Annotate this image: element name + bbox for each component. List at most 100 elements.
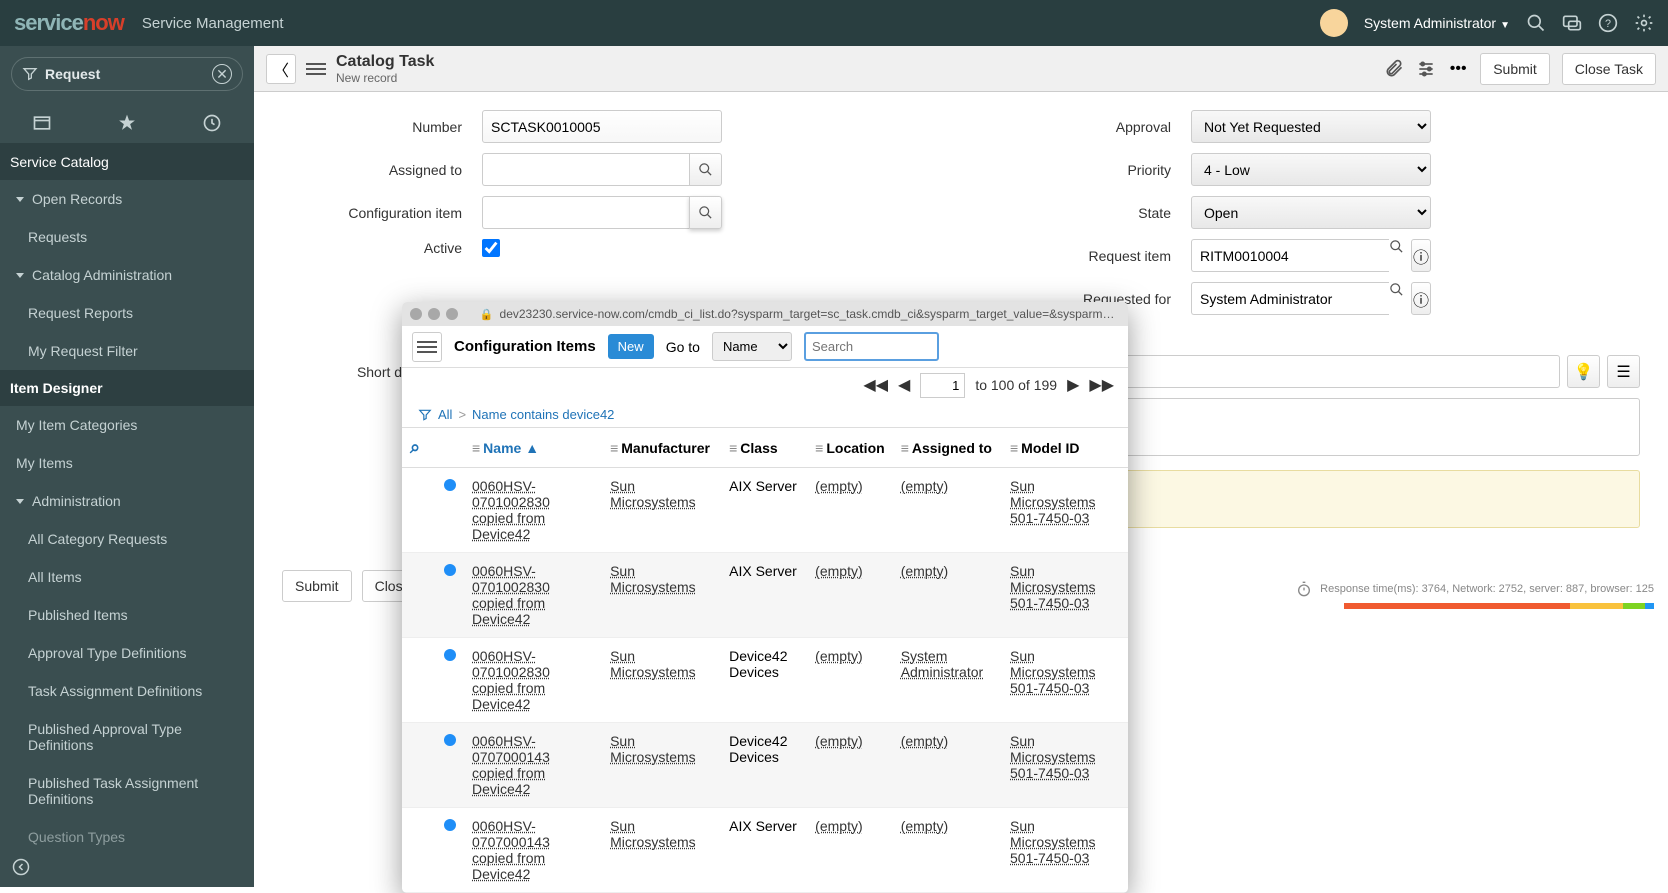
new-button[interactable]: New [608, 334, 654, 359]
nav-section-service-catalog[interactable]: Service Catalog [0, 144, 254, 180]
nav-group-administration[interactable]: Administration [0, 482, 254, 520]
nav-item-my-request-filter[interactable]: My Request Filter [0, 332, 254, 370]
approval-select[interactable]: Not Yet Requested [1191, 110, 1431, 143]
last-page-icon[interactable]: ▶▶ [1089, 375, 1114, 395]
breadcrumb-filter[interactable]: Name contains device42 [472, 407, 614, 422]
avatar[interactable] [1320, 9, 1348, 37]
sidebar-collapse[interactable] [0, 850, 254, 887]
window-max-icon[interactable] [446, 308, 458, 320]
number-field[interactable] [482, 110, 722, 143]
prev-page-icon[interactable]: ◀ [898, 375, 910, 395]
nav-item-pub-task-assignment-defs[interactable]: Published Task Assignment Definitions [0, 764, 254, 818]
cell-assigned[interactable]: System Administrator [901, 648, 983, 680]
suggestion-icon[interactable]: 💡 [1567, 355, 1600, 388]
personalize-icon[interactable] [1416, 59, 1436, 79]
cell-name[interactable]: 0060HSV-0707000143 copied from Device42 [472, 733, 550, 797]
chat-icon[interactable] [1562, 13, 1582, 33]
cell-mfr[interactable]: Sun Microsystems [610, 818, 696, 850]
request-item-field[interactable] [1191, 239, 1389, 272]
goto-select[interactable]: Name [712, 332, 792, 361]
more-actions-icon[interactable]: ••• [1448, 59, 1468, 79]
requested-for-info[interactable]: ⓘ [1411, 282, 1431, 315]
cell-location[interactable]: (empty) [815, 648, 862, 664]
filter-icon[interactable] [418, 408, 432, 422]
cell-location[interactable]: (empty) [815, 478, 862, 494]
filter-navigator[interactable]: Request ✕ [11, 57, 243, 91]
cell-model[interactable]: Sun Microsystems 501-7450-03 [1010, 733, 1096, 781]
related-search-icon[interactable]: ☰ [1607, 355, 1640, 388]
attachment-icon[interactable] [1384, 59, 1404, 79]
page-input[interactable] [920, 373, 965, 398]
nav-tab-all[interactable] [0, 102, 85, 143]
cell-model[interactable]: Sun Microsystems 501-7450-03 [1010, 818, 1096, 866]
nav-item-requests[interactable]: Requests [0, 218, 254, 256]
nav-item-my-item-categories[interactable]: My Item Categories [0, 406, 254, 444]
cell-assigned[interactable]: (empty) [901, 563, 948, 579]
active-checkbox[interactable] [482, 239, 500, 257]
cell-mfr[interactable]: Sun Microsystems [610, 648, 696, 680]
submit-button-bottom[interactable]: Submit [282, 570, 352, 602]
nav-group-catalog-admin[interactable]: Catalog Administration [0, 256, 254, 294]
request-item-info[interactable]: ⓘ [1411, 239, 1431, 272]
window-close-icon[interactable] [410, 308, 422, 320]
first-page-icon[interactable]: ◀◀ [863, 375, 888, 395]
table-row[interactable]: 0060HSV-0701002830 copied from Device42 … [402, 553, 1128, 638]
assigned-to-lookup[interactable] [689, 153, 722, 186]
cell-location[interactable]: (empty) [815, 818, 862, 834]
cell-name[interactable]: 0060HSV-0701002830 copied from Device42 [472, 478, 550, 542]
table-row[interactable]: 0060HSV-0707000143 copied from Device42 … [402, 723, 1128, 808]
cell-name[interactable]: 0060HSV-0701002830 copied from Device42 [472, 648, 550, 712]
popup-search-input[interactable] [804, 332, 939, 361]
next-page-icon[interactable]: ▶ [1067, 375, 1079, 395]
nav-item-my-items[interactable]: My Items [0, 444, 254, 482]
table-row[interactable]: 0060HSV-0701002830 copied from Device42 … [402, 468, 1128, 553]
cell-mfr[interactable]: Sun Microsystems [610, 478, 696, 510]
nav-item-request-reports[interactable]: Request Reports [0, 294, 254, 332]
requested-for-field[interactable] [1191, 282, 1389, 315]
breadcrumb-all[interactable]: All [438, 407, 452, 422]
nav-item-all-items[interactable]: All Items [0, 558, 254, 596]
state-select[interactable]: Open [1191, 196, 1431, 229]
close-task-button[interactable]: Close Task [1562, 53, 1656, 85]
request-item-lookup[interactable] [1389, 239, 1404, 272]
help-icon[interactable]: ? [1598, 13, 1618, 33]
nav-tab-favorites[interactable] [85, 102, 170, 143]
col-class[interactable]: ≡Class [721, 428, 807, 468]
nav-item-pub-approval-type-defs[interactable]: Published Approval Type Definitions [0, 710, 254, 764]
col-name[interactable]: ≡Name ▲ [464, 428, 602, 468]
popup-menu-icon[interactable] [412, 332, 442, 362]
cell-location[interactable]: (empty) [815, 733, 862, 749]
cell-model[interactable]: Sun Microsystems 501-7450-03 [1010, 563, 1096, 611]
table-row[interactable]: 0060HSV-0707000143 copied from Device42 … [402, 808, 1128, 893]
requested-for-lookup[interactable] [1389, 282, 1404, 315]
cell-location[interactable]: (empty) [815, 563, 862, 579]
cell-mfr[interactable]: Sun Microsystems [610, 733, 696, 765]
nav-item-approval-type-defs[interactable]: Approval Type Definitions [0, 634, 254, 672]
cell-model[interactable]: Sun Microsystems 501-7450-03 [1010, 648, 1096, 696]
assigned-to-field[interactable] [482, 153, 689, 186]
cell-name[interactable]: 0060HSV-0707000143 copied from Device42 [472, 818, 550, 882]
submit-button[interactable]: Submit [1480, 53, 1550, 85]
window-min-icon[interactable] [428, 308, 440, 320]
col-manufacturer[interactable]: ≡Manufacturer [602, 428, 721, 468]
cell-mfr[interactable]: Sun Microsystems [610, 563, 696, 595]
nav-item-published-items[interactable]: Published Items [0, 596, 254, 634]
cell-model[interactable]: Sun Microsystems 501-7450-03 [1010, 478, 1096, 526]
table-row[interactable]: 0060HSV-0701002830 copied from Device42 … [402, 638, 1128, 723]
cell-assigned[interactable]: (empty) [901, 818, 948, 834]
search-icon[interactable] [1526, 13, 1546, 33]
user-name[interactable]: System Administrator▼ [1364, 15, 1510, 31]
cell-name[interactable]: 0060HSV-0701002830 copied from Device42 [472, 563, 550, 627]
cell-assigned[interactable]: (empty) [901, 478, 948, 494]
nav-item-task-assignment-defs[interactable]: Task Assignment Definitions [0, 672, 254, 710]
nav-section-item-designer[interactable]: Item Designer [0, 370, 254, 406]
gear-icon[interactable] [1634, 13, 1654, 33]
col-assigned-to[interactable]: ≡Assigned to [893, 428, 1002, 468]
clear-filter-icon[interactable]: ✕ [212, 64, 232, 84]
context-menu-icon[interactable] [306, 63, 326, 75]
search-column-icon[interactable]: ⌕ [410, 437, 420, 457]
nav-item-all-category-requests[interactable]: All Category Requests [0, 520, 254, 558]
col-location[interactable]: ≡Location [807, 428, 893, 468]
config-item-field[interactable] [482, 196, 689, 229]
config-item-lookup[interactable] [689, 196, 722, 229]
